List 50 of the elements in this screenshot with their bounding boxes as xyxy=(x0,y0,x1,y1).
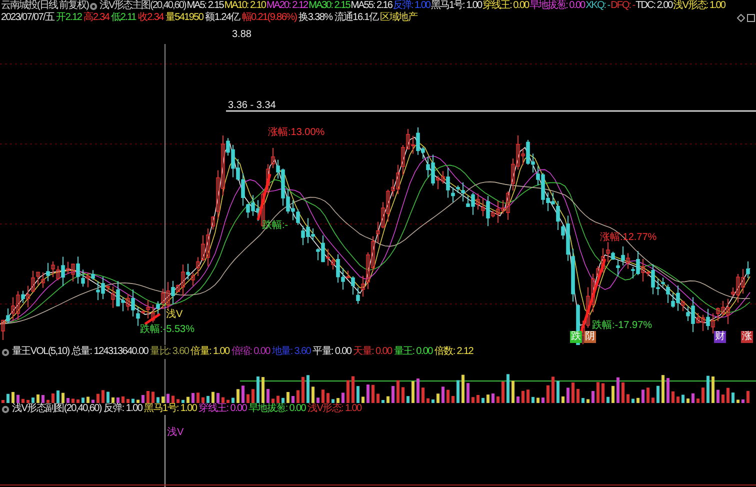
indicator-value: MA20: 2.12 xyxy=(266,0,308,12)
chart-annotation: 浅V xyxy=(167,427,184,439)
indicator-value: XKQ: - xyxy=(586,0,610,12)
indicator-value: 反弹: 1.00 xyxy=(103,403,142,415)
indicator-value: 2023/07/07/五 xyxy=(1,12,54,24)
indicator-value: MA30: 2.15 xyxy=(308,0,350,12)
indicator-value: 换3.38% xyxy=(298,12,332,24)
chart-annotation: 浅V xyxy=(166,309,183,321)
indicator-value: 收2.34 xyxy=(138,12,164,24)
price-label: 3.88 xyxy=(232,29,252,41)
indicator-value: 浅V形态副图(20,40,60) xyxy=(12,403,102,415)
indicator-value: 倍缩: 0.00 xyxy=(231,346,270,358)
indicator-value: 穿线王: 0.00 xyxy=(198,403,247,415)
indicator-value: 旱地拔葱: 0.00 xyxy=(530,0,585,12)
indicator-value: 高2.34 xyxy=(84,12,110,24)
indicator-value: 量王: 0.00 xyxy=(394,346,432,358)
indicator-value: TDC: 2.00 xyxy=(636,0,672,12)
signal-tag: 跌 xyxy=(570,331,582,343)
indicator-value: 量王VOL(5,10) xyxy=(12,346,70,358)
indicator-value: 浅V形态: 1.00 xyxy=(673,0,725,12)
indicator-value: 旱地拔葱: 0.00 xyxy=(248,403,306,415)
signal-tag: 涨 xyxy=(741,331,753,343)
indicator-value: 黑马1号: 1.00 xyxy=(144,403,197,415)
indicator-value: 地量: 3.60 xyxy=(272,346,311,358)
indicator-value: 反弹: 1.00 xyxy=(392,0,430,12)
indicator-value: 平量: 0.00 xyxy=(312,346,352,358)
indicator-value: MA5: 2.15 xyxy=(186,0,224,12)
indicator-value: 云南城投(日线 前复权) xyxy=(1,0,88,11)
indicator-value: 额1.24亿 xyxy=(205,12,240,24)
indicator-value: MA55: 2.16 xyxy=(350,0,392,12)
signal-tag: 阴 xyxy=(584,331,596,343)
indicator-value: MA10: 2.10 xyxy=(224,0,266,12)
chart-annotation: 跌幅:-17.97% xyxy=(592,320,652,331)
indicator-value: 天量: 0.00 xyxy=(353,346,392,358)
indicator-value: 开2.12 xyxy=(56,12,82,24)
indicator-value: 倍数: 2.12 xyxy=(434,346,474,358)
chart-annotation: 涨幅:13.00% xyxy=(268,127,325,139)
indicator-value: 幅0.21(9.86%) xyxy=(242,12,297,24)
indicator-value: 低2.11 xyxy=(111,12,136,24)
indicator-value: 量541950 xyxy=(165,12,204,24)
indicator-value: 黑马1号: 1.00 xyxy=(430,0,482,12)
signal-tag: 财 xyxy=(714,331,726,343)
indicator-value: DFQ: - xyxy=(610,0,635,12)
indicator-value: 总量: 124313640.00 xyxy=(71,346,148,358)
indicator-value: 量比: 3.60 xyxy=(150,346,189,358)
indicator-value: 浅V形态: 1.00 xyxy=(308,403,362,415)
indicator-value: 流通16.1亿 xyxy=(334,12,378,24)
indicator-value: 倍量: 1.00 xyxy=(190,346,230,358)
price-label: 3.36 - 3.34 xyxy=(228,100,276,112)
indicator-value: 区域地产 xyxy=(380,12,417,24)
